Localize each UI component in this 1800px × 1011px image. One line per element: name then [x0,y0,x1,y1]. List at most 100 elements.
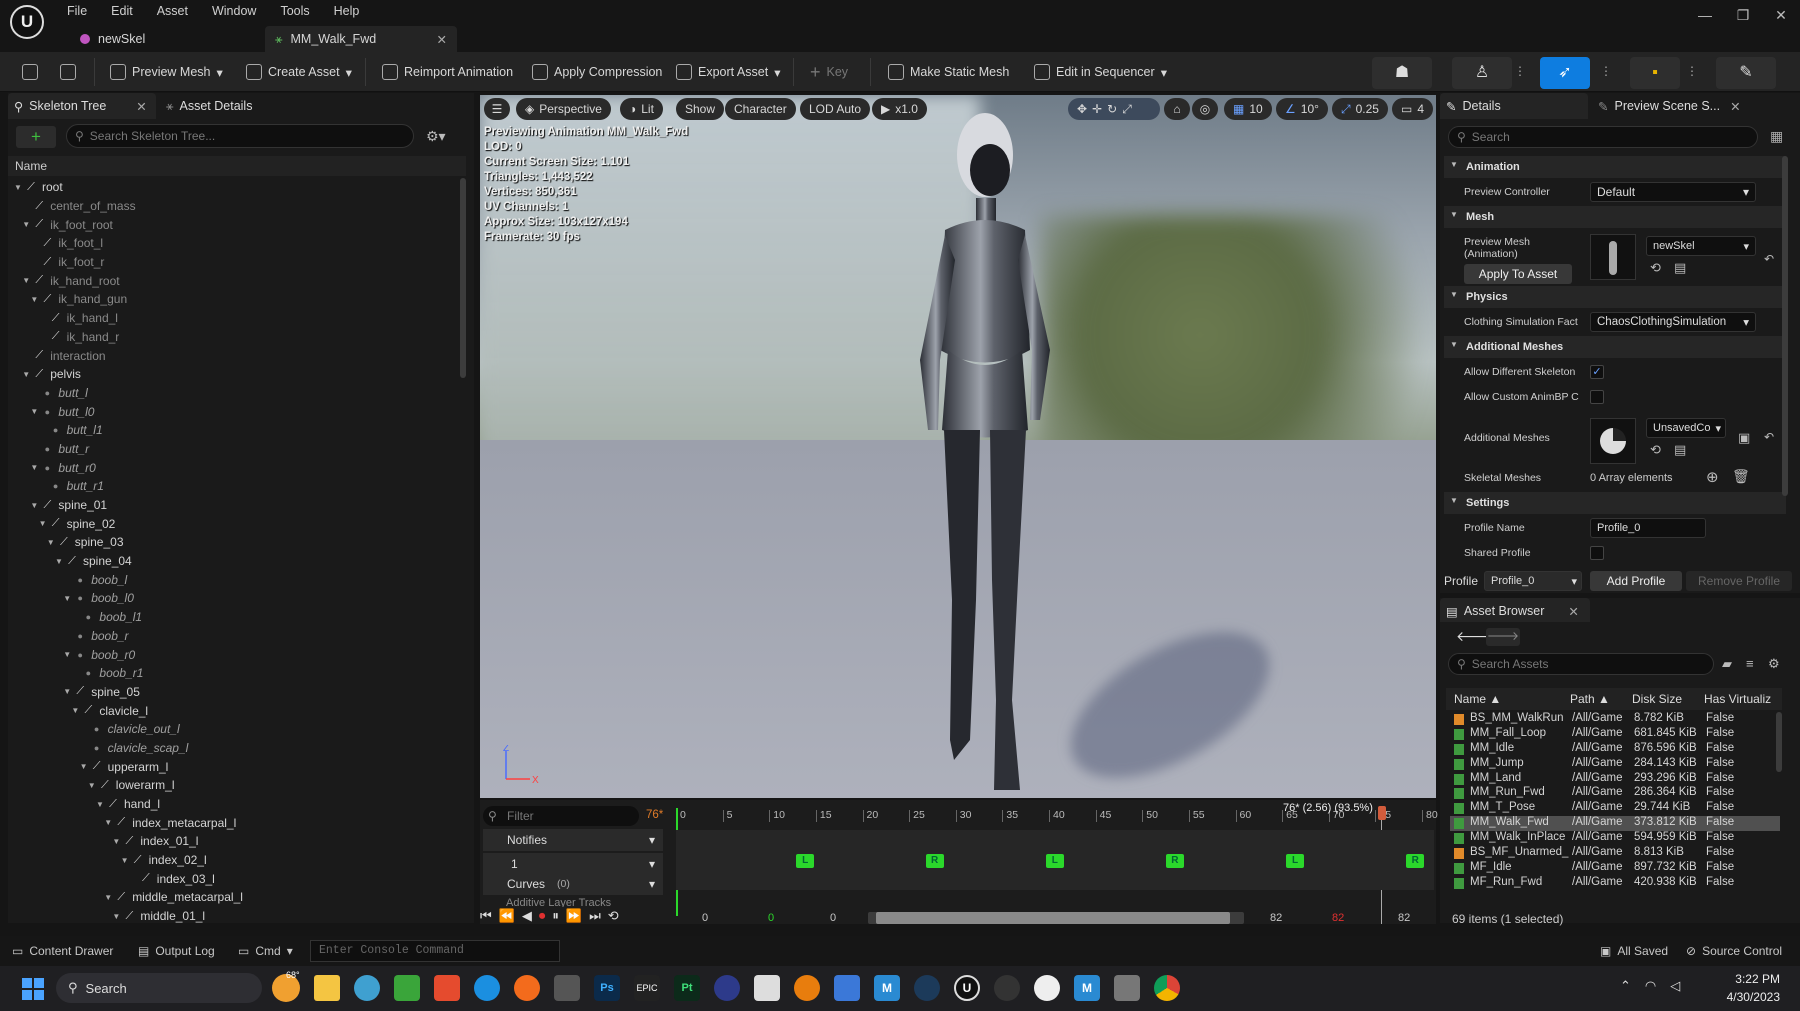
view-start-value[interactable]: 0 [830,912,836,924]
tree-node[interactable]: ▼ ⟋ lowerarm_l [8,776,458,795]
notify-track-1[interactable]: 1 ▾ [483,853,663,875]
obs-icon[interactable] [1034,975,1060,1001]
timeline-scroll-thumb[interactable] [876,912,1230,924]
blender-icon[interactable] [794,975,820,1001]
loop-icon[interactable]: ⟲ [608,908,619,924]
more-options-icon[interactable]: ⋮ [1514,64,1526,78]
play-reverse-icon[interactable]: ◀ [522,908,532,924]
tree-node[interactable]: ● boob_l [8,570,458,589]
red-app-icon[interactable] [434,975,460,1001]
preview-mesh-button[interactable]: Preview Mesh ▾ [106,58,227,86]
playback-speed-button[interactable]: ▶ x1.0 [872,98,927,120]
zbrush-icon[interactable] [754,975,780,1001]
expand-arrow-icon[interactable]: ▼ [96,800,106,809]
notifies-track[interactable]: Notifies ▾ [483,829,663,851]
asset-row[interactable]: MM_Jump/All/Game 284.143 KiB False [1450,757,1780,772]
tree-node[interactable]: ▼ ● butt_l0 [8,402,458,421]
reset-arrow-icon[interactable]: ↶ [1764,252,1774,266]
close-icon[interactable]: ✕ [136,99,146,114]
notepad-icon[interactable] [834,975,860,1001]
app-icon[interactable] [1114,975,1140,1001]
skip-to-start-icon[interactable]: ⏮ [480,908,492,924]
asset-row[interactable]: BS_MM_WalkRun/All/Game 8.782 KiB False [1450,712,1780,727]
timeline-scrollbar[interactable] [868,912,1244,924]
tree-node[interactable]: ▼ ⟋ clavicle_l [8,701,458,720]
view-end-value[interactable]: 82 [1270,912,1282,924]
tab-details[interactable]: ✎ Details [1446,95,1501,117]
menu-edit[interactable]: Edit [99,1,145,21]
character-button[interactable]: Character [725,98,796,120]
expand-arrow-icon[interactable]: ▼ [14,183,24,192]
tab-skeleton-tree[interactable]: ⚲ Skeleton Tree ✕ [14,95,147,117]
grid-snap-button[interactable]: ▦ 10 [1224,98,1272,120]
epic-games-icon[interactable]: EPIC [634,975,660,1001]
edge-icon[interactable] [474,975,500,1001]
settings-section[interactable]: Settings [1444,492,1786,514]
m-app-icon[interactable]: M [1074,975,1100,1001]
camera-speed-button[interactable]: ▭ 4 [1392,98,1434,120]
notify-lane[interactable]: LRLRLR [676,830,1434,890]
asset-row[interactable]: MF_Idle/All/Game 897.732 KiB False [1450,861,1780,876]
skeleton-search-input[interactable]: ⚲ Search Skeleton Tree... [66,124,414,148]
cmd-button[interactable]: ▭ Cmd ▾ [238,944,293,958]
skip-to-end-icon[interactable]: ⏭ [589,908,601,924]
notify-marker[interactable]: L [1286,854,1305,868]
asset-row[interactable]: MM_Walk_InPlace/All/Game 594.959 KiB False [1450,831,1780,846]
tree-scrollbar[interactable] [460,178,466,378]
menu-asset[interactable]: Asset [145,1,200,21]
table-view-icon[interactable]: ▦ [1770,128,1783,145]
physics-section[interactable]: Physics [1444,286,1786,308]
painter-icon[interactable]: Pt [674,975,700,1001]
column-has-virtualized[interactable]: Has Virtualiz [1704,692,1782,706]
settings-gear-icon[interactable]: ⚙ [1768,656,1780,672]
asset-row[interactable]: MM_Walk_Fwd/All/Game 373.812 KiB False [1450,816,1780,832]
reimport-animation-button[interactable]: Reimport Animation [378,58,517,86]
use-selected-icon[interactable]: ⟲ [1650,260,1661,276]
surface-snap-button[interactable]: ⌂ [1164,98,1190,120]
clock-time[interactable]: 3:22 PM [1700,972,1780,986]
preview-mesh-select[interactable]: newSkel ▾ [1646,236,1756,256]
animation-mode-button[interactable]: ➶ [1540,57,1590,89]
add-button[interactable]: + [16,126,56,148]
tree-node[interactable]: ▼ ⟋ upperarm_l [8,757,458,776]
close-icon[interactable]: ✕ [1568,604,1578,619]
viewport-menu-button[interactable]: ☰ [484,98,510,120]
more-options-icon[interactable]: ⋮ [1686,64,1698,78]
key-button[interactable]: + Key [806,58,852,86]
tab-preview-scene[interactable]: ✎ Preview Scene S... ✕ [1598,95,1741,117]
tree-node[interactable]: ⟋ ik_foot_r [8,253,458,272]
content-drawer-button[interactable]: ▭ Content Drawer [12,944,113,958]
expand-arrow-icon[interactable]: ▼ [121,856,131,865]
reset-arrow-icon[interactable]: ↶ [1764,430,1774,444]
tree-node[interactable]: ● boob_r [8,627,458,646]
tree-node[interactable]: ▼ ⟋ pelvis [8,365,458,384]
chevron-up-icon[interactable]: ⌃ [1620,978,1631,994]
tree-node[interactable]: ▼ ⟋ hand_l [8,795,458,814]
tree-node[interactable]: ▼ ● butt_r0 [8,458,458,477]
trash-icon[interactable]: 🗑 [1732,468,1750,485]
character-model[interactable] [900,100,1070,790]
range-end-red[interactable]: 82 [1332,912,1344,924]
green-app-icon[interactable] [394,975,420,1001]
save-button[interactable] [18,58,42,86]
additional-meshes-select[interactable]: UnsavedCo ▾ [1646,418,1726,438]
viewport[interactable]: ☰ ◈ Perspective ◑ Lit Show Character LOD A… [480,95,1436,798]
forward-arrow-icon[interactable]: 🡒 [1486,628,1520,646]
lod-button[interactable]: LOD Auto [800,98,871,120]
asset-row[interactable]: MM_Fall_Loop/All/Game 681.845 KiB False [1450,727,1780,742]
app-icon[interactable] [714,975,740,1001]
remove-profile-button[interactable]: Remove Profile [1686,571,1792,591]
close-icon[interactable]: ✕ [1730,99,1740,114]
lit-button[interactable]: ◑ Lit [620,98,663,120]
asset-row[interactable]: MM_Run_Fwd/All/Game 286.364 KiB False [1450,786,1780,801]
tree-node[interactable]: ▼ ⟋ index_metacarpal_l [8,813,458,832]
rotation-snap-button[interactable]: ∠ 10° [1276,98,1328,120]
source-control-button[interactable]: ⊘ Source Control [1686,944,1782,958]
column-path[interactable]: Path ▲ [1570,692,1632,706]
tree-node[interactable]: ▼ ⟋ index_01_l [8,832,458,851]
wifi-icon[interactable]: ◠ [1645,978,1656,994]
notify-marker[interactable]: L [1045,854,1064,868]
scale-icon[interactable]: ⤢ [1122,102,1132,117]
tree-node[interactable]: ⟋ interaction [8,346,458,365]
output-log-button[interactable]: ▤ Output Log [138,944,215,958]
